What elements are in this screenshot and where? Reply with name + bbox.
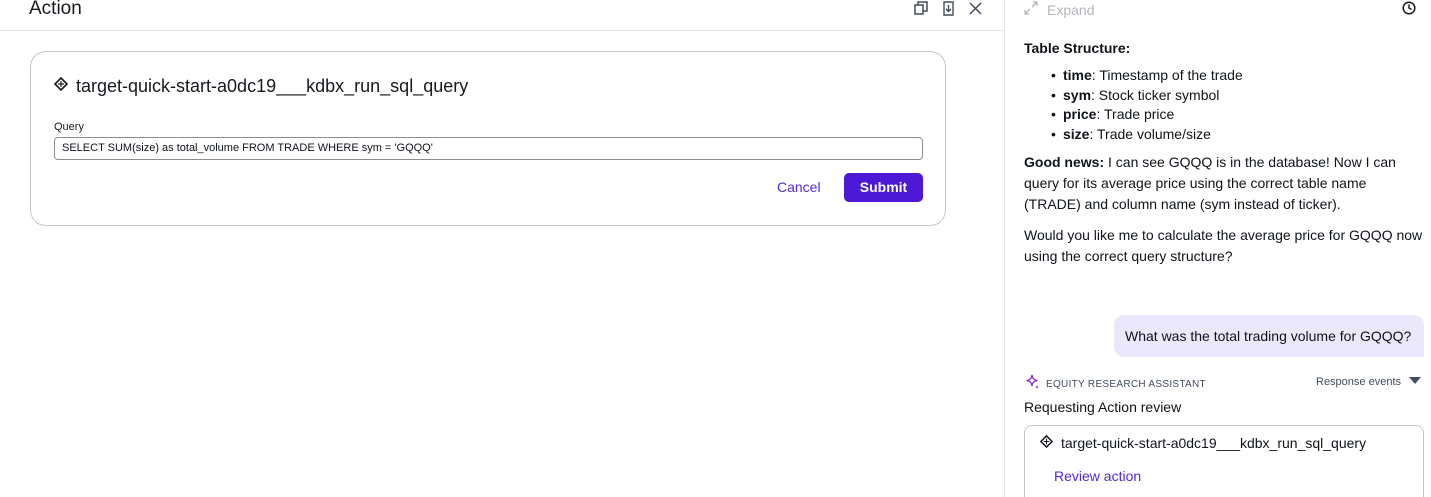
submit-button[interactable]: Submit bbox=[844, 173, 923, 202]
chat-panel: Expand Table Structure: time: Timestamp … bbox=[1004, 0, 1431, 497]
table-structure-heading: Table Structure: bbox=[1024, 40, 1131, 56]
question-paragraph: Would you like me to calculate the avera… bbox=[1024, 227, 1423, 264]
expand-label: Expand bbox=[1047, 1, 1095, 18]
list-item: size: Trade volume/size bbox=[1051, 125, 1243, 145]
review-action-link[interactable]: Review action bbox=[1054, 468, 1141, 484]
action-review-card: target-quick-start-a0dc19___kdbx_run_sql… bbox=[1024, 425, 1424, 497]
expand-icon bbox=[1023, 0, 1039, 19]
query-input[interactable]: SELECT SUM(size) as total_volume FROM TR… bbox=[54, 137, 923, 160]
assistant-header: EQUITY RESEARCH ASSISTANT bbox=[1024, 374, 1206, 395]
action-panel-title: Action bbox=[29, 0, 82, 19]
tool-name: target-quick-start-a0dc19___kdbx_run_sql… bbox=[76, 76, 469, 96]
history-icon[interactable] bbox=[1402, 1, 1416, 20]
response-events-label: Response events bbox=[1316, 376, 1401, 388]
good-news-paragraph: Good news: I can see GQQQ is in the data… bbox=[1024, 154, 1396, 212]
caret-down-icon bbox=[1409, 376, 1421, 388]
user-message: What was the total trading volume for GQ… bbox=[1114, 315, 1424, 357]
action-header: Action bbox=[0, 0, 1004, 31]
close-icon[interactable] bbox=[967, 0, 983, 16]
response-events-toggle[interactable]: Response events bbox=[1316, 376, 1421, 388]
action-card: target-quick-start-a0dc19___kdbx_run_sql… bbox=[30, 51, 946, 226]
action-panel: Action target-quick-start-a0dc19___kdbx_… bbox=[0, 0, 1004, 497]
query-label: Query bbox=[54, 121, 84, 133]
tool-icon bbox=[1039, 434, 1054, 451]
assistant-name: EQUITY RESEARCH ASSISTANT bbox=[1046, 379, 1206, 390]
sparkle-icon bbox=[1024, 374, 1040, 395]
download-icon[interactable] bbox=[940, 0, 956, 16]
expand-button[interactable]: Expand bbox=[1023, 0, 1094, 19]
list-item: sym: Stock ticker symbol bbox=[1051, 86, 1243, 106]
cancel-button[interactable]: Cancel bbox=[769, 173, 829, 202]
list-item: time: Timestamp of the trade bbox=[1051, 66, 1243, 86]
action-tool-name: target-quick-start-a0dc19___kdbx_run_sql… bbox=[1061, 435, 1367, 451]
field-list: time: Timestamp of the trade sym: Stock … bbox=[1051, 66, 1243, 145]
tool-header: target-quick-start-a0dc19___kdbx_run_sql… bbox=[53, 74, 469, 98]
action-card-header: target-quick-start-a0dc19___kdbx_run_sql… bbox=[1039, 434, 1367, 451]
tool-icon bbox=[53, 76, 69, 96]
list-item: price: Trade price bbox=[1051, 105, 1243, 125]
requesting-status: Requesting Action review bbox=[1024, 399, 1182, 415]
restore-window-icon[interactable] bbox=[913, 0, 929, 16]
